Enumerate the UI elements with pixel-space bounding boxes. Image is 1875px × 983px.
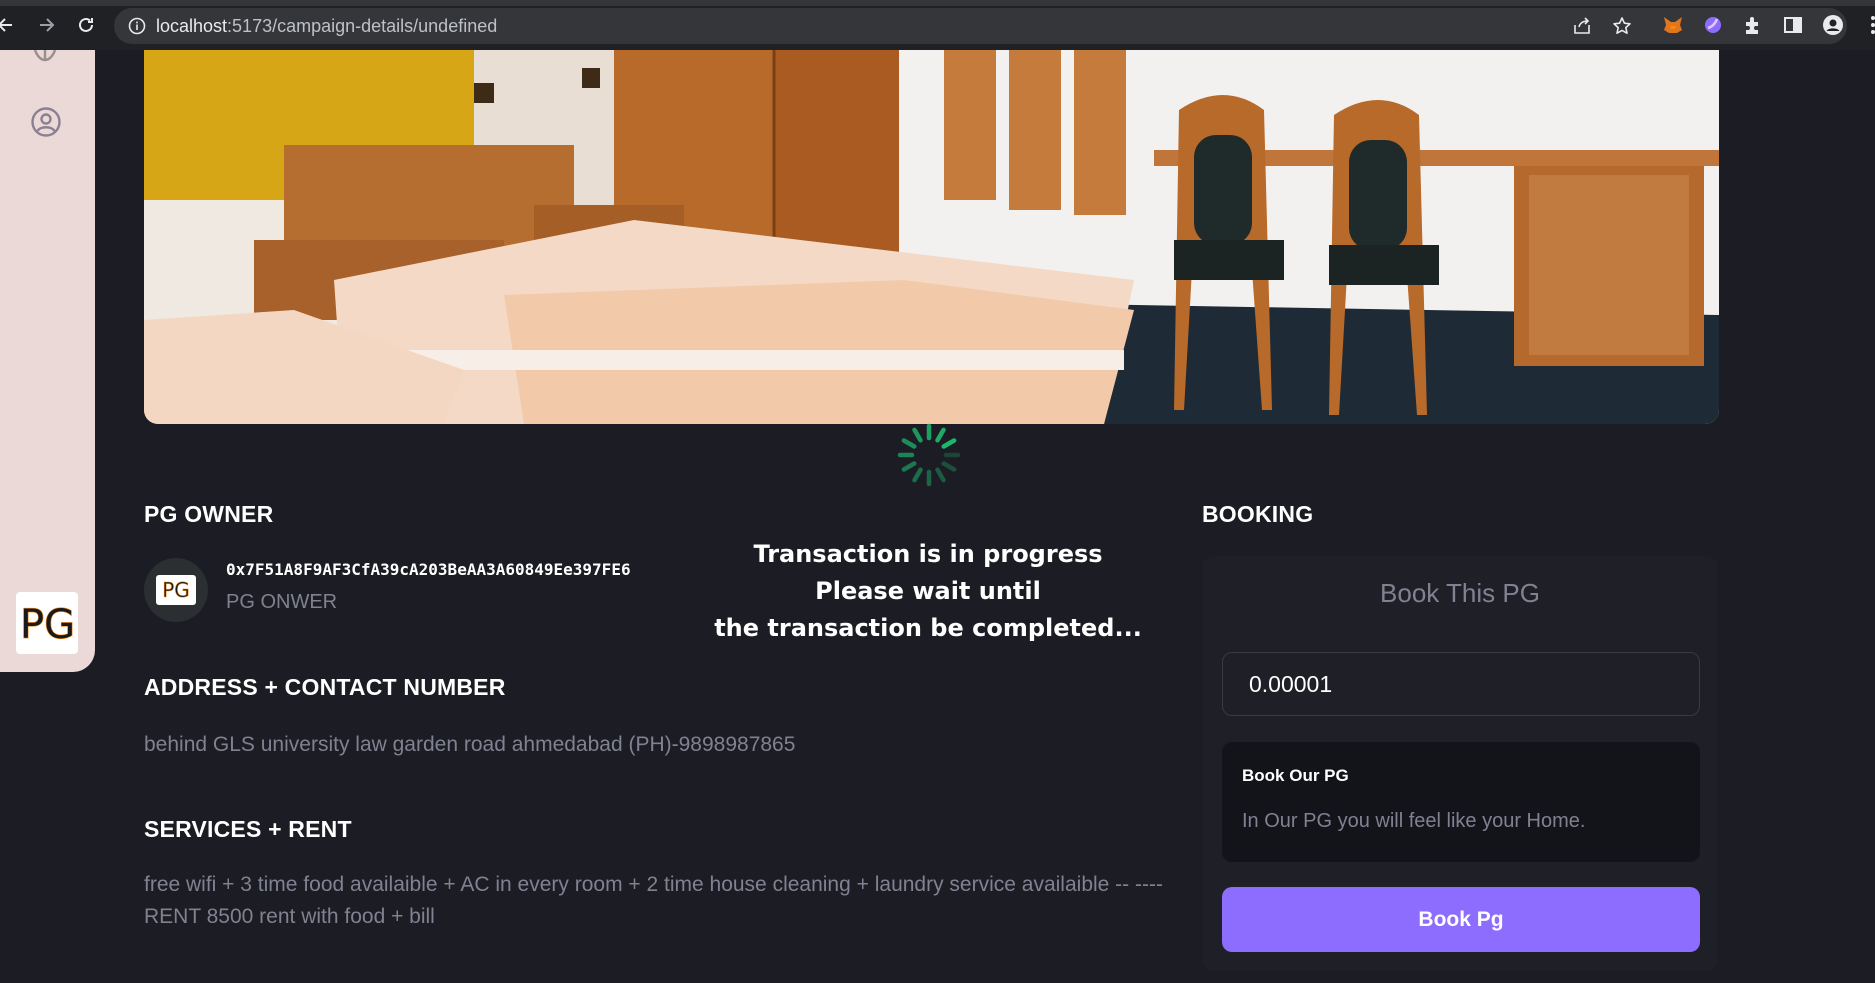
extension-purple-icon[interactable] (1702, 14, 1724, 36)
spinner-tick (912, 467, 923, 483)
address-heading: ADDRESS + CONTACT NUMBER (144, 674, 506, 700)
logout-icon[interactable] (32, 50, 58, 64)
spinner-tick (941, 461, 957, 472)
owner-heading: PG OWNER (144, 501, 274, 527)
spinner-tick (935, 467, 946, 483)
services-heading: SERVICES + RENT (144, 816, 352, 842)
browser-toolbar: localhost:5173/campaign-details/undefine… (0, 0, 1875, 50)
more-options-icon[interactable] (1862, 14, 1875, 36)
info-icon[interactable] (128, 17, 146, 35)
spinner-tick (935, 427, 946, 443)
url-text[interactable]: localhost:5173/campaign-details/undefine… (156, 16, 497, 37)
book-pg-button[interactable]: Book Pg (1222, 887, 1700, 952)
booking-info-title: Book Our PG (1242, 766, 1349, 785)
extensions-puzzle-icon[interactable] (1742, 14, 1764, 36)
address-text: behind GLS university law garden road ah… (144, 733, 796, 756)
booking-info-box: Book Our PG In Our PG you will feel like… (1222, 742, 1700, 862)
app-logo[interactable]: PG (16, 592, 78, 654)
booking-card: Book This PG Book Our PG In Our PG you w… (1202, 556, 1718, 971)
owner-logo-text: PG (162, 578, 190, 603)
reload-button[interactable] (74, 13, 98, 37)
booking-heading: BOOKING (1202, 501, 1314, 527)
reload-icon (79, 17, 93, 32)
spinner-tick (901, 461, 917, 472)
profile-icon[interactable] (30, 106, 62, 138)
owner-avatar: PG (144, 558, 208, 622)
owner-wallet-address: 0x7F51A8F9AF3CfA39cA203BeAA3A60849Ee397F… (226, 560, 631, 579)
transaction-message-line-2: Please wait until (815, 577, 1041, 605)
arrow-left-icon (0, 18, 12, 32)
url-host: localhost (156, 16, 228, 36)
spinner-tick (901, 438, 917, 449)
services-text: free wifi + 3 time food availaible + AC … (144, 873, 1163, 928)
loading-spinner (897, 423, 961, 487)
spinner-tick (912, 427, 923, 443)
profile-avatar-icon[interactable] (1822, 14, 1844, 36)
sidebar: PG (0, 50, 95, 672)
side-panel-icon[interactable] (1782, 14, 1804, 36)
booking-info-text: In Our PG you will feel like your Home. (1242, 810, 1586, 832)
transaction-message: Transaction is in progress Please wait u… (700, 536, 1156, 647)
owner-logo: PG (156, 575, 196, 605)
spinner-tick (941, 438, 957, 449)
pg-logo-icon: PG (19, 601, 75, 648)
forward-button[interactable] (34, 13, 58, 37)
metamask-fox-icon[interactable] (1662, 14, 1684, 36)
transaction-message-line-3: the transaction be completed... (714, 614, 1142, 642)
bookmark-star-icon[interactable] (1612, 16, 1632, 36)
tab-strip (0, 0, 1875, 6)
owner-role: PG ONWER (226, 591, 338, 613)
amount-input[interactable] (1222, 652, 1700, 716)
share-icon[interactable] (1572, 16, 1592, 36)
address-bar[interactable]: localhost:5173/campaign-details/undefine… (114, 8, 1847, 44)
svg-text:PG: PG (20, 602, 75, 648)
back-button[interactable] (0, 13, 18, 37)
arrow-right-icon (40, 18, 55, 32)
transaction-message-line-1: Transaction is in progress (753, 540, 1103, 568)
pg-room-image (144, 50, 1719, 424)
booking-card-title: Book This PG (1380, 578, 1540, 608)
url-path: :5173/campaign-details/undefined (227, 16, 498, 36)
